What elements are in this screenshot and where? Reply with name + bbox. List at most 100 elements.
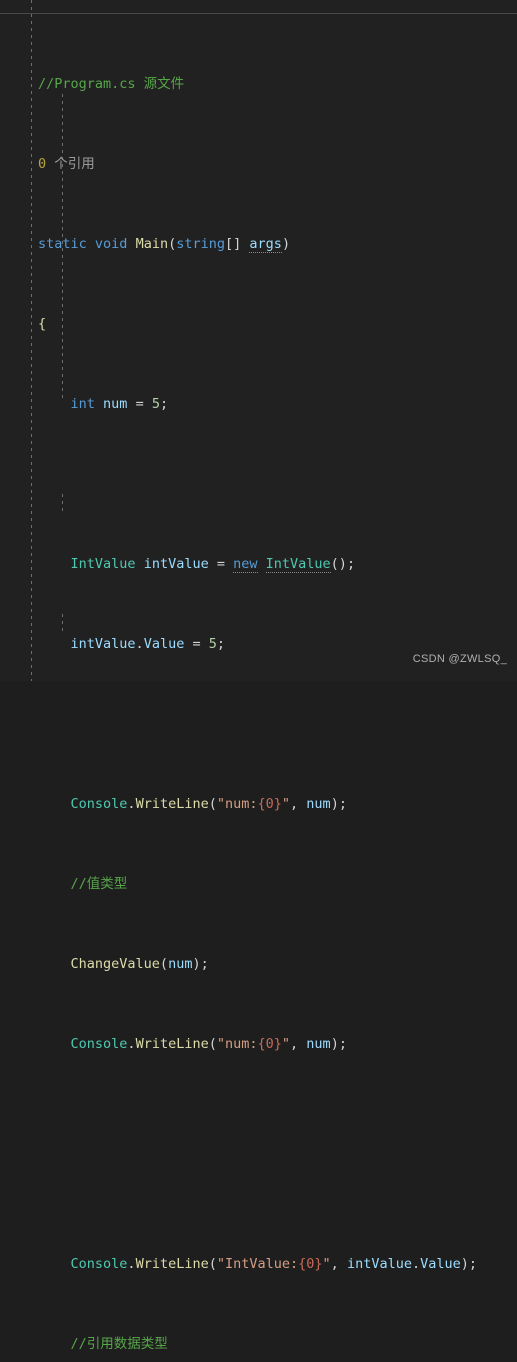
semicolon: ;: [346, 556, 356, 572]
code-line-9-blank[interactable]: [0, 714, 517, 734]
dot: .: [135, 636, 144, 652]
code-line-10[interactable]: Console.WriteLine("num:{0}", num);: [0, 794, 517, 814]
dot: .: [127, 1036, 136, 1052]
comment-token: //Program.cs 源文件: [38, 76, 185, 92]
keyword-int: int: [70, 396, 95, 412]
variable-intvalue: intValue: [70, 636, 136, 652]
string-literal: "num:: [216, 1036, 258, 1052]
class-console: Console: [70, 796, 128, 812]
reference-count-number: 0: [38, 156, 47, 172]
code-line-15-blank[interactable]: [0, 1174, 517, 1194]
code-content[interactable]: //Program.cs 源文件 0 个引用 static void Main(…: [0, 0, 517, 1362]
property-value: Value: [143, 636, 185, 652]
code-line-6-blank[interactable]: [0, 474, 517, 494]
code-line-4[interactable]: {: [0, 314, 517, 334]
reference-count-label: 个引用: [46, 156, 95, 172]
operator-assign: =: [208, 556, 234, 572]
paren-close-semicolon: );: [192, 956, 209, 972]
keyword-string: string: [176, 236, 226, 252]
type-intvalue: IntValue: [70, 556, 136, 572]
code-line-14-blank[interactable]: [0, 1114, 517, 1134]
watermark: CSDN @ZWLSQ_: [412, 653, 507, 665]
string-literal: "num:: [216, 796, 258, 812]
code-line-17[interactable]: //引用数据类型: [0, 1334, 517, 1354]
semicolon: ;: [159, 396, 169, 412]
code-line-16[interactable]: Console.WriteLine("IntValue:{0}", intVal…: [0, 1254, 517, 1274]
comma: ,: [330, 1256, 347, 1272]
comma: ,: [290, 1036, 307, 1052]
comment-token: //引用数据类型: [70, 1336, 168, 1352]
paren-close-semicolon: );: [460, 1256, 478, 1272]
code-line-5[interactable]: int num = 5;: [0, 394, 517, 414]
constructor-intvalue: IntValue: [265, 556, 331, 573]
dot: .: [411, 1256, 421, 1272]
argument-num: num: [306, 796, 331, 812]
method-changevalue: ChangeValue: [70, 956, 160, 972]
code-line-13[interactable]: Console.WriteLine("num:{0}", num);: [0, 1034, 517, 1054]
format-placeholder: {0}: [257, 1036, 282, 1052]
parameter-args: args: [249, 236, 282, 253]
code-line-8[interactable]: intValue.Value = 5;: [0, 634, 517, 654]
number-literal: 5: [208, 636, 217, 652]
code-line-1[interactable]: //Program.cs 源文件: [0, 74, 517, 94]
method-writeline: WriteLine: [135, 796, 209, 812]
parens: (): [330, 556, 347, 572]
string-literal-close: ": [322, 1256, 331, 1272]
semicolon: ;: [216, 636, 225, 652]
paren-open: (: [208, 1256, 217, 1272]
number-literal: 5: [151, 396, 160, 412]
code-editor[interactable]: //Program.cs 源文件 0 个引用 static void Main(…: [0, 0, 517, 1352]
keyword-new: new: [233, 556, 258, 573]
comment-token: //值类型: [70, 876, 128, 892]
paren-open: (: [208, 1036, 217, 1052]
code-line-7[interactable]: IntValue intValue = new IntValue();: [0, 554, 517, 574]
string-literal: "IntValue:: [216, 1256, 299, 1272]
paren-close-semicolon: );: [330, 1036, 347, 1052]
variable-intvalue: intValue: [143, 556, 209, 572]
keyword-static: static: [38, 236, 87, 252]
paren-close: ): [281, 236, 291, 252]
method-name-main: Main: [135, 236, 169, 252]
paren-close-semicolon: );: [330, 796, 347, 812]
argument-num: num: [306, 1036, 331, 1052]
method-writeline: WriteLine: [135, 1256, 209, 1272]
array-brackets: []: [225, 236, 242, 252]
code-line-3[interactable]: static void Main(string[] args): [0, 234, 517, 254]
comma: ,: [290, 796, 307, 812]
code-line-11[interactable]: //值类型: [0, 874, 517, 894]
operator-assign: =: [127, 396, 152, 412]
brace-open: {: [38, 316, 47, 332]
paren-open: (: [159, 956, 169, 972]
dot: .: [127, 796, 136, 812]
code-line-2-reference-count[interactable]: 0 个引用: [0, 154, 517, 174]
property-value: Value: [420, 1256, 461, 1272]
string-literal-close: ": [281, 1036, 291, 1052]
format-placeholder: {0}: [257, 796, 282, 812]
method-writeline: WriteLine: [135, 1036, 209, 1052]
code-line-12[interactable]: ChangeValue(num);: [0, 954, 517, 974]
keyword-void: void: [94, 236, 128, 252]
argument-intvalue: intValue: [346, 1256, 412, 1272]
format-placeholder: {0}: [298, 1256, 323, 1272]
dot: .: [127, 1256, 136, 1272]
class-console: Console: [70, 1256, 128, 1272]
variable-num: num: [103, 396, 128, 412]
paren-open: (: [208, 796, 217, 812]
operator-assign: =: [184, 636, 209, 652]
class-console: Console: [70, 1036, 128, 1052]
paren-open: (: [168, 236, 177, 252]
